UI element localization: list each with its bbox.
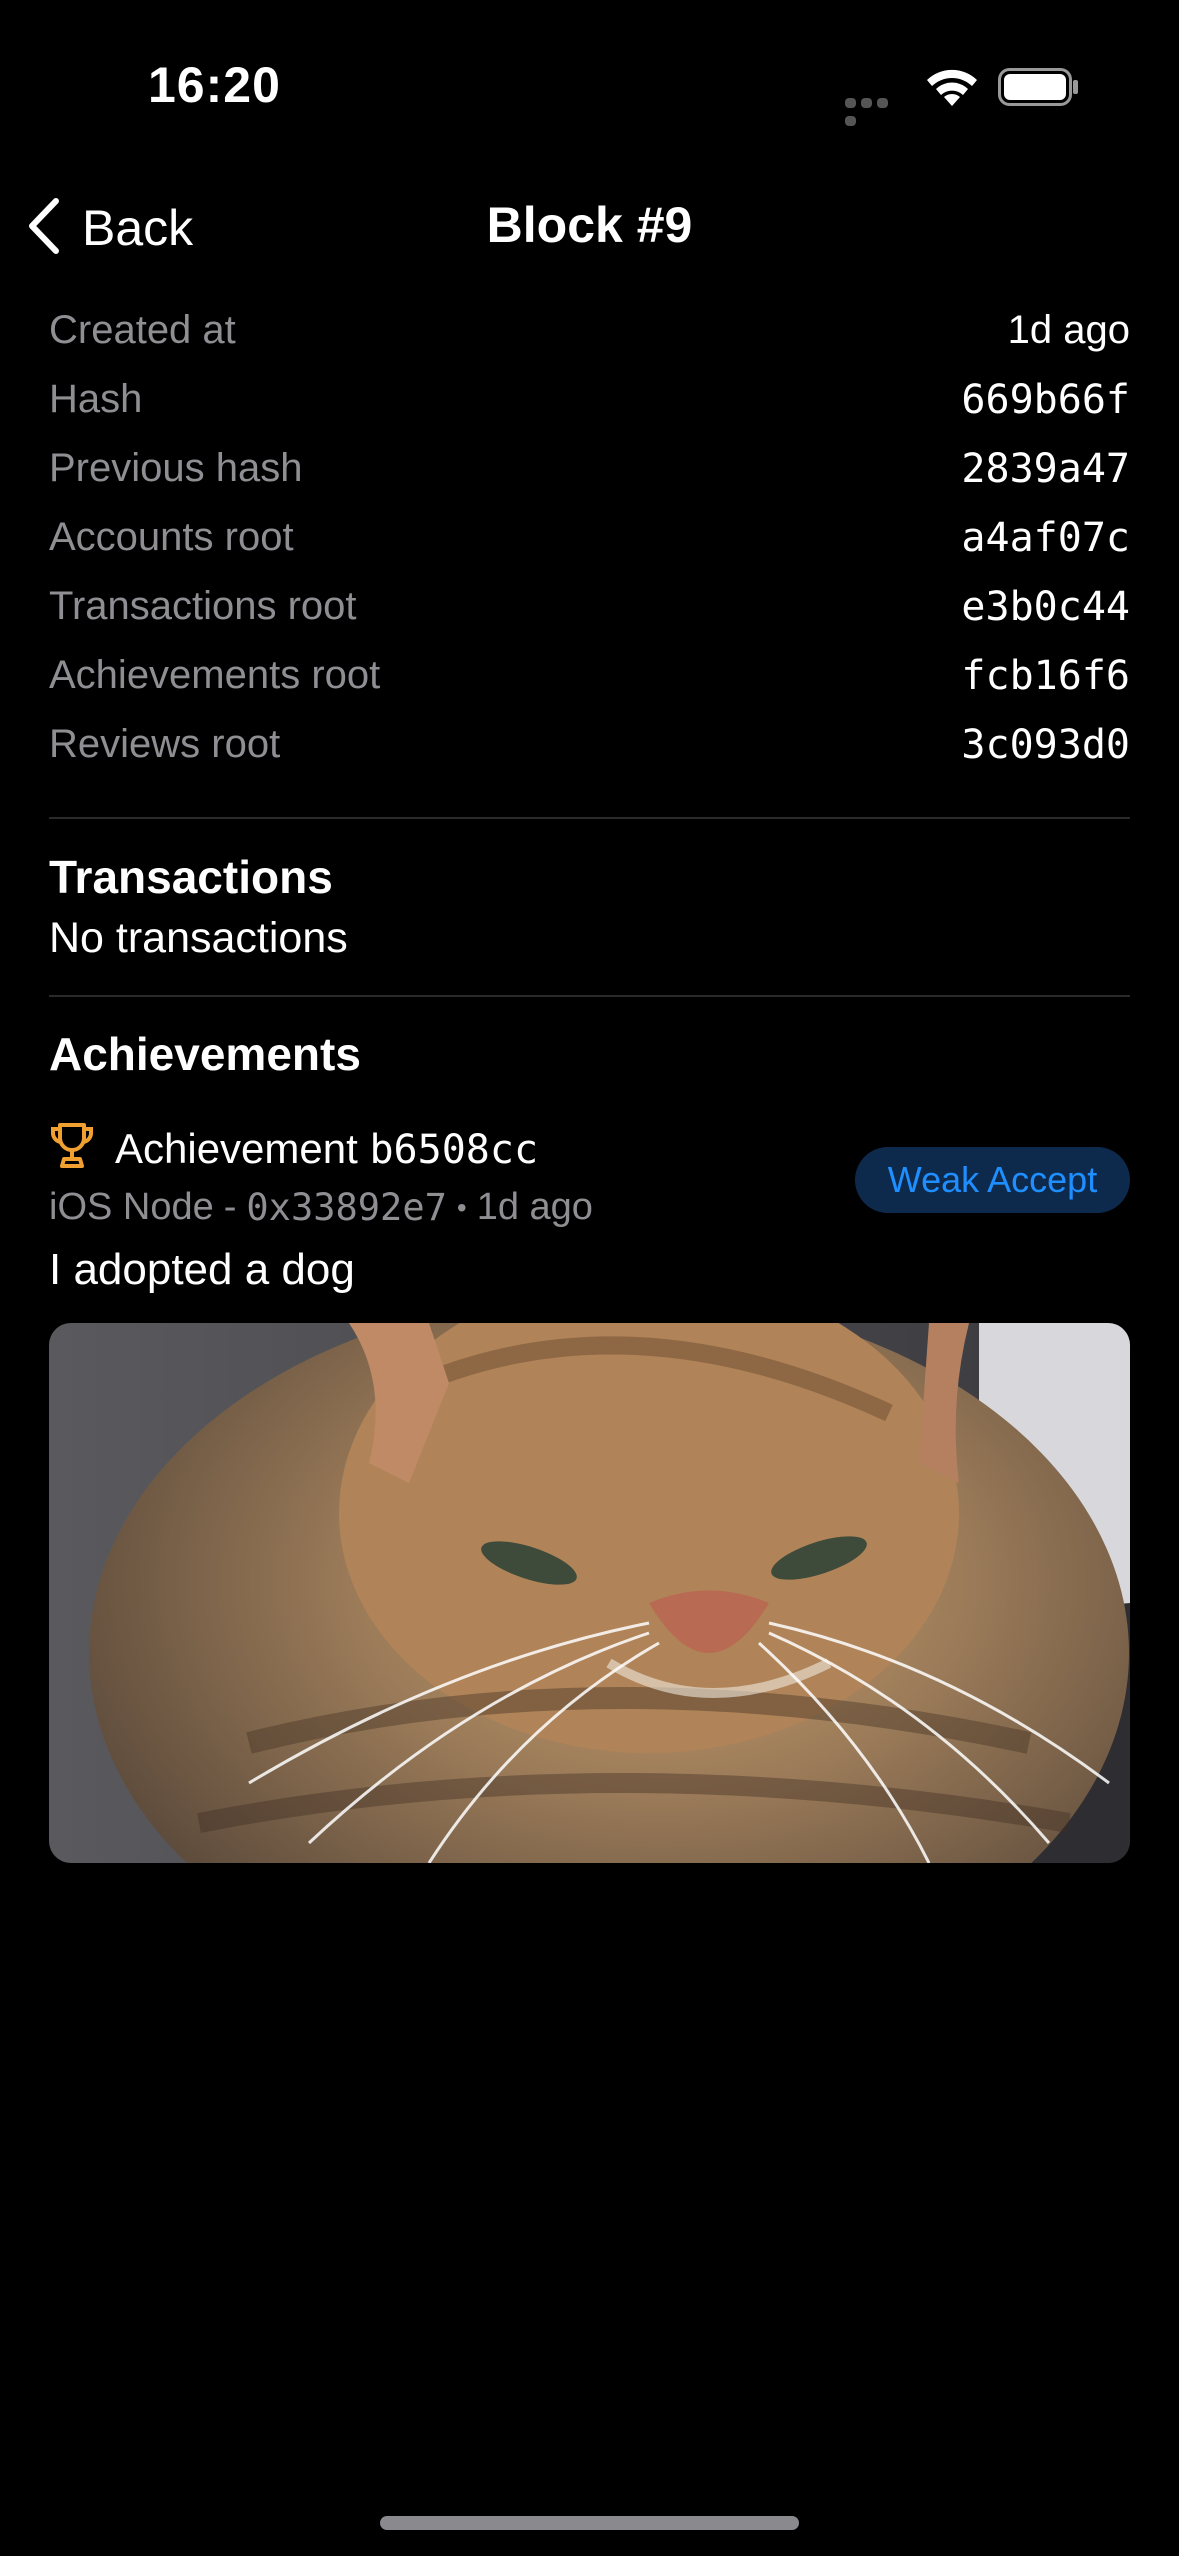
- node-separator: -: [223, 1186, 237, 1228]
- home-indicator[interactable]: [380, 2516, 799, 2530]
- node-name: iOS Node: [49, 1186, 214, 1228]
- info-label: Accounts root: [49, 515, 294, 559]
- info-value: 3c093d0: [961, 721, 1130, 768]
- divider: [49, 817, 1130, 819]
- achievement-meta: iOS Node - 0x33892e7 • 1d ago: [49, 1186, 593, 1229]
- info-value: fcb16f6: [961, 652, 1130, 699]
- info-row-reviews-root: Reviews root 3c093d0: [49, 710, 1130, 779]
- status-time: 16:20: [148, 57, 281, 113]
- info-value: 2839a47: [961, 445, 1130, 492]
- info-row-previous-hash: Previous hash 2839a47: [49, 434, 1130, 503]
- wifi-icon: [924, 66, 980, 110]
- node-address: 0x33892e7: [246, 1186, 447, 1229]
- transactions-empty-text: No transactions: [49, 914, 348, 962]
- info-value: 669b66f: [961, 376, 1130, 423]
- info-label: Transactions root: [49, 584, 357, 628]
- achievement-title-prefix: Achievement: [115, 1124, 358, 1172]
- achievements-title: Achievements: [49, 1028, 361, 1080]
- achievement-id: b6508cc: [369, 1126, 539, 1173]
- info-label: Created at: [49, 308, 236, 352]
- cellular-signal-icon: [845, 95, 907, 126]
- info-label: Hash: [49, 377, 143, 421]
- info-row-hash: Hash 669b66f: [49, 365, 1130, 434]
- info-row-created-at: Created at 1d ago: [49, 296, 1130, 365]
- battery-icon: [998, 68, 1080, 106]
- back-button[interactable]: Back: [24, 196, 193, 260]
- achievement-header: Achievement b6508cc: [49, 1122, 538, 1175]
- achievement-time: 1d ago: [476, 1186, 593, 1228]
- achievement-description: I adopted a dog: [49, 1245, 355, 1294]
- transactions-title: Transactions: [49, 851, 333, 903]
- info-value: 1d ago: [1007, 308, 1130, 352]
- achievement-photo[interactable]: [49, 1323, 1130, 1863]
- block-info-list: Created at 1d ago Hash 669b66f Previous …: [49, 296, 1130, 779]
- info-value: a4af07c: [961, 514, 1130, 561]
- info-row-accounts-root: Accounts root a4af07c: [49, 503, 1130, 572]
- info-row-transactions-root: Transactions root e3b0c44: [49, 572, 1130, 641]
- chevron-left-icon: [24, 197, 64, 260]
- info-row-achievements-root: Achievements root fcb16f6: [49, 641, 1130, 710]
- info-label: Reviews root: [49, 722, 281, 766]
- info-label: Previous hash: [49, 446, 303, 490]
- meta-dot: •: [456, 1191, 467, 1223]
- info-label: Achievements root: [49, 653, 381, 697]
- info-value: e3b0c44: [961, 583, 1130, 630]
- review-status-badge[interactable]: Weak Accept: [855, 1147, 1130, 1213]
- trophy-icon: [49, 1122, 95, 1175]
- achievement-title: Achievement b6508cc: [115, 1125, 538, 1173]
- back-label: Back: [82, 200, 194, 256]
- divider: [49, 995, 1130, 997]
